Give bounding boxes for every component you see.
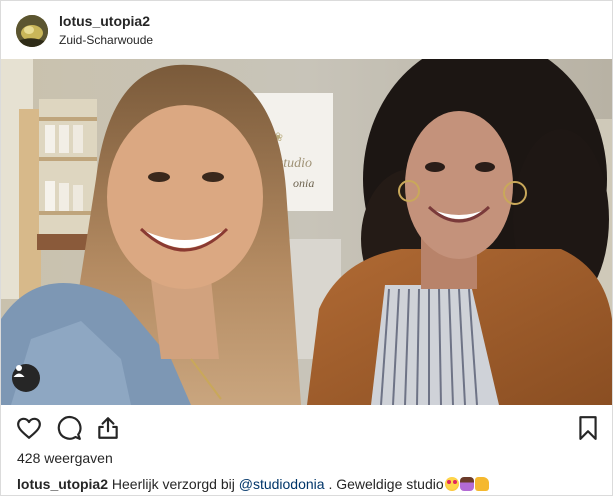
- share-icon: [98, 417, 118, 439]
- instagram-post: lotus_utopia2 Zuid-Scharwoude ❀ studio o…: [0, 0, 613, 496]
- user-avatar[interactable]: [16, 15, 48, 47]
- caption-text-1: Heerlijk verzorgd bij: [111, 476, 235, 492]
- person-icon: [13, 365, 25, 377]
- post-media[interactable]: ❀ studio onia: [1, 59, 612, 405]
- thumbs-up-emoji-icon: [474, 477, 489, 491]
- caption-text-2: . Geweldige studio: [328, 476, 444, 492]
- bookmark-icon: [579, 416, 597, 440]
- comment-button[interactable]: [56, 415, 82, 441]
- heart-eyes-emoji-icon: [444, 477, 459, 491]
- post-location[interactable]: Zuid-Scharwoude: [59, 33, 153, 47]
- post-actions: [1, 405, 612, 451]
- post-photo: ❀ studio onia: [1, 59, 612, 405]
- save-button[interactable]: [575, 415, 601, 441]
- caption-mention[interactable]: @studiodonia: [239, 476, 325, 492]
- comment-icon: [57, 415, 82, 440]
- heart-icon: [17, 417, 41, 439]
- post-username[interactable]: lotus_utopia2: [59, 13, 150, 29]
- post-header: lotus_utopia2 Zuid-Scharwoude: [1, 1, 612, 59]
- person-raising-hand-emoji-icon: [459, 477, 474, 491]
- caption-username[interactable]: lotus_utopia2: [17, 476, 108, 492]
- like-button[interactable]: [16, 415, 42, 441]
- view-count[interactable]: 428 weergaven: [17, 450, 113, 466]
- share-button[interactable]: [95, 415, 121, 441]
- tagged-users-button[interactable]: [12, 364, 40, 392]
- sign-text-2: onia: [293, 176, 314, 190]
- post-caption: lotus_utopia2 Heerlijk verzorgd bij @stu…: [17, 476, 607, 492]
